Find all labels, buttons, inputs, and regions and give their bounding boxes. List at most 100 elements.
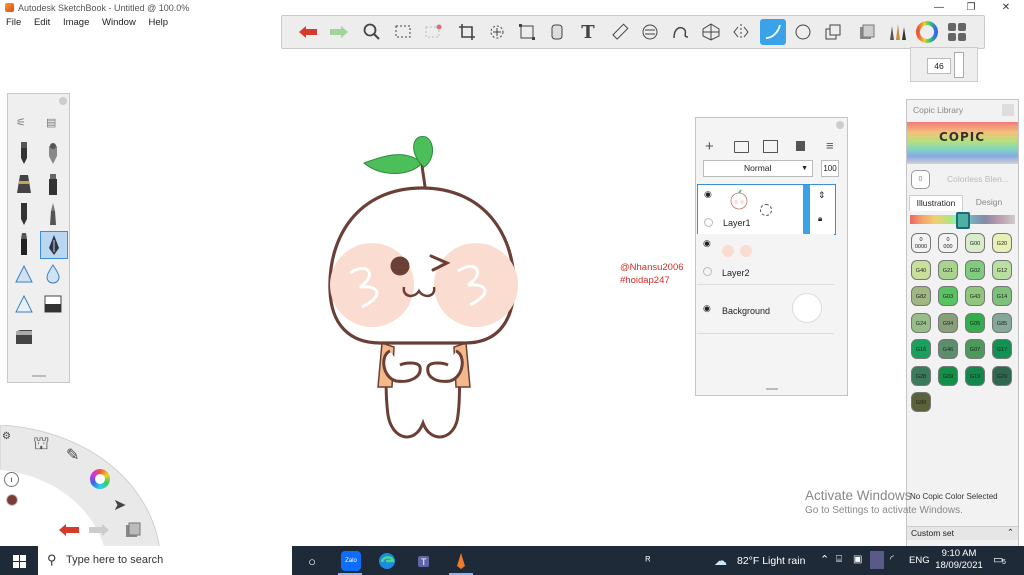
layer-row-layer1[interactable]: ◉ Layer1 ⇕ 🔒︎ [697,184,836,235]
copic-swatch[interactable]: G05 [965,312,985,333]
menu-edit[interactable]: Edit [34,17,50,28]
add-image-icon[interactable] [763,140,778,153]
teams-app-icon[interactable]: T [414,551,434,571]
brush-library-icon[interactable] [884,19,910,45]
brush-library-small-icon[interactable]: ▤ [46,116,56,129]
layer-menu-icon[interactable]: ≡ [826,138,834,153]
marker-icon[interactable] [40,171,66,197]
copic-swatch[interactable]: G14 [992,286,1012,306]
pencil-icon[interactable] [11,140,37,166]
french-curve-icon[interactable] [668,19,694,45]
network-icon[interactable]: ⌸ [836,554,842,565]
distort-icon[interactable] [514,19,540,45]
pen-tool-icon[interactable]: ✎ [66,445,79,465]
layer-icon[interactable] [854,19,880,45]
menu-file[interactable]: File [6,17,21,28]
ruler-icon[interactable] [607,19,633,45]
sketchbook-app-icon[interactable] [451,551,471,571]
brush-properties-icon[interactable]: ⚟ [16,116,26,129]
smudge-icon[interactable] [11,291,37,317]
color-wheel-icon[interactable] [914,19,940,45]
palette-close-icon[interactable] [59,97,67,105]
select-tool-icon[interactable]: ➤ [113,495,126,515]
copic-swatch[interactable]: G17 [992,339,1012,359]
layer-radio[interactable] [703,267,712,276]
layer-panel-close-icon[interactable] [836,121,844,129]
eye-icon[interactable]: ◉ [703,303,711,314]
copic-swatch[interactable]: G85 [992,312,1012,333]
clock[interactable]: 9:10 AM 18/09/2021 [935,548,983,572]
language-indicator[interactable]: ENG [909,555,930,566]
copic-swatch[interactable]: G29 [992,365,1012,386]
copic-swatch[interactable]: G07 [965,339,985,359]
custom-set-bar[interactable]: Custom set ⌃ [907,526,1018,540]
airbrush-icon[interactable] [40,140,66,166]
copic-swatch[interactable]: 0 0000 [911,233,931,253]
lagoon-undo-icon[interactable] [57,523,81,537]
hue-selector[interactable] [956,212,970,229]
copic-swatch[interactable]: G99 [911,392,931,412]
layer-lock-icon[interactable]: 🔒︎ [818,214,822,224]
layer-opacity-bar[interactable] [803,185,810,234]
add-layer-icon[interactable]: + [705,138,714,155]
stroke-icon[interactable] [760,19,786,45]
copic-swatch[interactable]: G46 [938,339,958,359]
settings-icon[interactable]: ⚙ [2,431,11,442]
ui-icon[interactable] [944,19,970,45]
brush-tool-icon[interactable]: ⛫ [33,433,50,457]
copic-swatch[interactable]: G02 [965,259,985,280]
camera-icon[interactable]: ▣ [853,554,862,565]
background-color-swatch[interactable] [792,293,822,323]
lagoon-layer-icon[interactable] [124,521,142,539]
copy-icon[interactable] [820,19,846,45]
colorless-blender-swatch[interactable]: 0 [911,170,930,189]
canvas-drawing[interactable] [300,125,530,455]
select-rect-icon[interactable] [391,19,417,45]
menu-window[interactable]: Window [102,17,136,28]
panel-grip[interactable] [766,388,778,390]
lock-transparency-icon[interactable] [760,204,772,216]
copic-swatch[interactable]: G28 [911,365,931,386]
ink-pen-icon[interactable] [11,171,37,197]
fill-icon[interactable] [544,19,570,45]
menu-image[interactable]: Image [63,17,89,28]
minimize-button[interactable]: — [929,2,949,13]
copic-swatch[interactable]: G24 [911,312,931,333]
copic-swatch[interactable]: G20 [992,233,1012,253]
copic-swatch[interactable]: G12 [992,259,1012,280]
ballpoint-icon[interactable] [11,201,37,227]
copic-swatch[interactable]: G16 [911,339,931,359]
opacity-field[interactable]: 100 [821,160,839,177]
add-group-icon[interactable] [734,141,749,153]
weather-icon[interactable]: ☁ [714,553,727,569]
maximize-button[interactable]: ❐ [961,2,981,13]
brush-size-slider[interactable] [954,52,964,78]
copic-swatch[interactable]: G00 [965,233,985,253]
transform-icon[interactable] [484,19,510,45]
close-button[interactable]: ✕ [996,2,1016,13]
layer-move-icon[interactable]: ⇕ [818,190,826,201]
copic-swatch[interactable]: G82 [911,286,931,306]
zoom-icon[interactable] [359,19,385,45]
copic-swatch[interactable]: G09 [938,365,958,386]
felt-pen-icon[interactable] [11,231,37,257]
eraser-block-icon[interactable] [40,291,66,317]
color-editor-icon[interactable] [90,469,110,489]
menu-help[interactable]: Help [148,17,168,28]
brush-size-value[interactable]: 46 [927,58,951,74]
tab-illustration[interactable]: Illustration [909,195,963,211]
people-icon[interactable]: ᴿ [638,551,658,571]
copic-close-icon[interactable] [1002,104,1014,116]
copic-swatch[interactable]: G03 [938,286,958,306]
taskbar-search[interactable]: ⚲ Type here to search [38,546,292,575]
redo-icon[interactable] [326,19,352,45]
symmetry-icon[interactable] [728,19,754,45]
layer-row-background[interactable]: ◉ Background [697,285,834,334]
select-lasso-icon[interactable] [421,19,447,45]
water-drop-icon[interactable] [40,261,66,287]
wifi-icon[interactable]: ◜ [890,554,894,565]
blend-mode-dropdown[interactable]: Normal ▼ [703,160,813,177]
copic-swatch[interactable]: 0 000 [938,233,958,253]
weather-text[interactable]: 82°F Light rain [737,555,805,567]
shape-icon[interactable] [790,19,816,45]
